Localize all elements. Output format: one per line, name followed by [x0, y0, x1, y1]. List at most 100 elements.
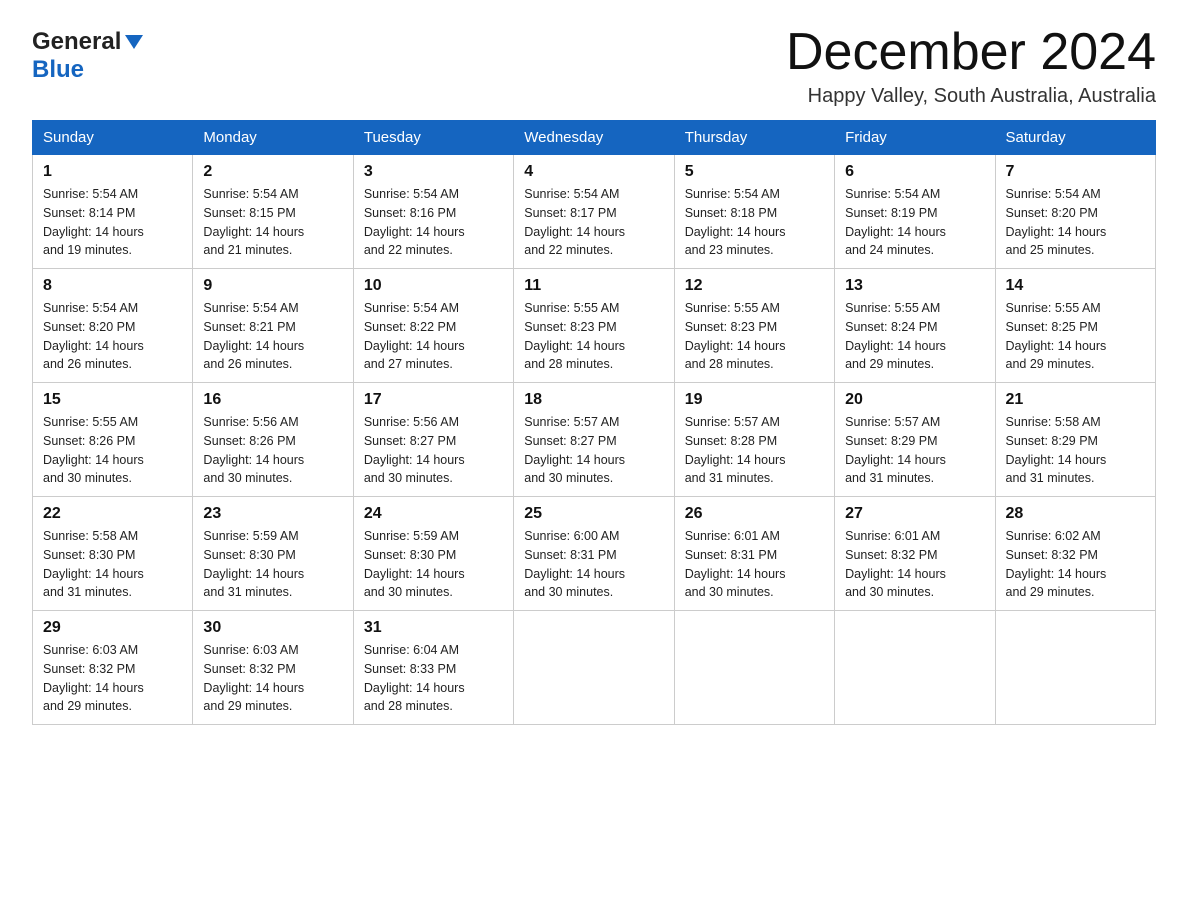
day-number: 16 — [203, 391, 342, 409]
table-row: 15 Sunrise: 5:55 AM Sunset: 8:26 PM Dayl… — [33, 383, 193, 497]
table-row: 18 Sunrise: 5:57 AM Sunset: 8:27 PM Dayl… — [514, 383, 674, 497]
table-row: 11 Sunrise: 5:55 AM Sunset: 8:23 PM Dayl… — [514, 269, 674, 383]
header-saturday: Saturday — [995, 121, 1155, 155]
day-info: Sunrise: 6:03 AM Sunset: 8:32 PM Dayligh… — [203, 641, 342, 716]
day-info: Sunrise: 5:54 AM Sunset: 8:22 PM Dayligh… — [364, 299, 503, 374]
table-row: 8 Sunrise: 5:54 AM Sunset: 8:20 PM Dayli… — [33, 269, 193, 383]
day-info: Sunrise: 6:04 AM Sunset: 8:33 PM Dayligh… — [364, 641, 503, 716]
logo-general-text: General — [32, 28, 121, 56]
table-row: 1 Sunrise: 5:54 AM Sunset: 8:14 PM Dayli… — [33, 155, 193, 269]
table-row: 31 Sunrise: 6:04 AM Sunset: 8:33 PM Dayl… — [353, 611, 513, 725]
table-row: 26 Sunrise: 6:01 AM Sunset: 8:31 PM Dayl… — [674, 497, 834, 611]
day-number: 29 — [43, 619, 182, 637]
logo-blue-text: Blue — [32, 56, 84, 83]
table-row: 21 Sunrise: 5:58 AM Sunset: 8:29 PM Dayl… — [995, 383, 1155, 497]
day-info: Sunrise: 6:03 AM Sunset: 8:32 PM Dayligh… — [43, 641, 182, 716]
day-number: 4 — [524, 163, 663, 181]
day-number: 31 — [364, 619, 503, 637]
table-row: 30 Sunrise: 6:03 AM Sunset: 8:32 PM Dayl… — [193, 611, 353, 725]
day-number: 23 — [203, 505, 342, 523]
table-row: 6 Sunrise: 5:54 AM Sunset: 8:19 PM Dayli… — [835, 155, 995, 269]
day-info: Sunrise: 5:55 AM Sunset: 8:26 PM Dayligh… — [43, 413, 182, 488]
header-sunday: Sunday — [33, 121, 193, 155]
day-number: 14 — [1006, 277, 1145, 295]
day-number: 13 — [845, 277, 984, 295]
table-row: 10 Sunrise: 5:54 AM Sunset: 8:22 PM Dayl… — [353, 269, 513, 383]
day-number: 27 — [845, 505, 984, 523]
table-row: 13 Sunrise: 5:55 AM Sunset: 8:24 PM Dayl… — [835, 269, 995, 383]
day-number: 12 — [685, 277, 824, 295]
day-number: 3 — [364, 163, 503, 181]
day-info: Sunrise: 5:57 AM Sunset: 8:29 PM Dayligh… — [845, 413, 984, 488]
day-number: 9 — [203, 277, 342, 295]
title-section: December 2024 Happy Valley, South Austra… — [786, 24, 1156, 108]
table-row — [835, 611, 995, 725]
day-number: 21 — [1006, 391, 1145, 409]
day-info: Sunrise: 5:55 AM Sunset: 8:24 PM Dayligh… — [845, 299, 984, 374]
logo: General Blue — [32, 24, 145, 84]
calendar-week-row: 8 Sunrise: 5:54 AM Sunset: 8:20 PM Dayli… — [33, 269, 1156, 383]
day-info: Sunrise: 5:56 AM Sunset: 8:27 PM Dayligh… — [364, 413, 503, 488]
table-row: 7 Sunrise: 5:54 AM Sunset: 8:20 PM Dayli… — [995, 155, 1155, 269]
day-number: 15 — [43, 391, 182, 409]
location-title: Happy Valley, South Australia, Australia — [786, 85, 1156, 108]
day-info: Sunrise: 5:55 AM Sunset: 8:25 PM Dayligh… — [1006, 299, 1145, 374]
day-info: Sunrise: 5:54 AM Sunset: 8:15 PM Dayligh… — [203, 185, 342, 260]
day-number: 25 — [524, 505, 663, 523]
calendar-week-row: 22 Sunrise: 5:58 AM Sunset: 8:30 PM Dayl… — [33, 497, 1156, 611]
day-number: 24 — [364, 505, 503, 523]
calendar-table: Sunday Monday Tuesday Wednesday Thursday… — [32, 120, 1156, 725]
day-info: Sunrise: 5:54 AM Sunset: 8:20 PM Dayligh… — [1006, 185, 1145, 260]
table-row: 4 Sunrise: 5:54 AM Sunset: 8:17 PM Dayli… — [514, 155, 674, 269]
day-info: Sunrise: 5:55 AM Sunset: 8:23 PM Dayligh… — [524, 299, 663, 374]
table-row: 17 Sunrise: 5:56 AM Sunset: 8:27 PM Dayl… — [353, 383, 513, 497]
table-row: 24 Sunrise: 5:59 AM Sunset: 8:30 PM Dayl… — [353, 497, 513, 611]
day-number: 5 — [685, 163, 824, 181]
table-row: 23 Sunrise: 5:59 AM Sunset: 8:30 PM Dayl… — [193, 497, 353, 611]
day-info: Sunrise: 5:59 AM Sunset: 8:30 PM Dayligh… — [203, 527, 342, 602]
header-friday: Friday — [835, 121, 995, 155]
header: General Blue December 2024 Happy Valley,… — [32, 24, 1156, 108]
table-row: 27 Sunrise: 6:01 AM Sunset: 8:32 PM Dayl… — [835, 497, 995, 611]
month-title: December 2024 — [786, 24, 1156, 81]
day-number: 2 — [203, 163, 342, 181]
day-info: Sunrise: 5:54 AM Sunset: 8:19 PM Dayligh… — [845, 185, 984, 260]
table-row: 29 Sunrise: 6:03 AM Sunset: 8:32 PM Dayl… — [33, 611, 193, 725]
header-monday: Monday — [193, 121, 353, 155]
day-info: Sunrise: 5:54 AM Sunset: 8:18 PM Dayligh… — [685, 185, 824, 260]
day-info: Sunrise: 6:00 AM Sunset: 8:31 PM Dayligh… — [524, 527, 663, 602]
table-row: 22 Sunrise: 5:58 AM Sunset: 8:30 PM Dayl… — [33, 497, 193, 611]
day-info: Sunrise: 6:01 AM Sunset: 8:32 PM Dayligh… — [845, 527, 984, 602]
header-thursday: Thursday — [674, 121, 834, 155]
day-info: Sunrise: 5:56 AM Sunset: 8:26 PM Dayligh… — [203, 413, 342, 488]
day-info: Sunrise: 5:54 AM Sunset: 8:17 PM Dayligh… — [524, 185, 663, 260]
day-number: 8 — [43, 277, 182, 295]
calendar-week-row: 1 Sunrise: 5:54 AM Sunset: 8:14 PM Dayli… — [33, 155, 1156, 269]
calendar-week-row: 29 Sunrise: 6:03 AM Sunset: 8:32 PM Dayl… — [33, 611, 1156, 725]
table-row: 28 Sunrise: 6:02 AM Sunset: 8:32 PM Dayl… — [995, 497, 1155, 611]
day-info: Sunrise: 6:01 AM Sunset: 8:31 PM Dayligh… — [685, 527, 824, 602]
table-row: 16 Sunrise: 5:56 AM Sunset: 8:26 PM Dayl… — [193, 383, 353, 497]
day-number: 17 — [364, 391, 503, 409]
day-number: 19 — [685, 391, 824, 409]
day-number: 30 — [203, 619, 342, 637]
table-row: 2 Sunrise: 5:54 AM Sunset: 8:15 PM Dayli… — [193, 155, 353, 269]
header-wednesday: Wednesday — [514, 121, 674, 155]
table-row: 20 Sunrise: 5:57 AM Sunset: 8:29 PM Dayl… — [835, 383, 995, 497]
table-row: 14 Sunrise: 5:55 AM Sunset: 8:25 PM Dayl… — [995, 269, 1155, 383]
day-info: Sunrise: 5:54 AM Sunset: 8:16 PM Dayligh… — [364, 185, 503, 260]
day-info: Sunrise: 5:57 AM Sunset: 8:27 PM Dayligh… — [524, 413, 663, 488]
day-number: 28 — [1006, 505, 1145, 523]
day-info: Sunrise: 5:58 AM Sunset: 8:30 PM Dayligh… — [43, 527, 182, 602]
day-number: 22 — [43, 505, 182, 523]
day-number: 6 — [845, 163, 984, 181]
table-row — [995, 611, 1155, 725]
day-info: Sunrise: 5:54 AM Sunset: 8:14 PM Dayligh… — [43, 185, 182, 260]
table-row — [514, 611, 674, 725]
day-info: Sunrise: 5:57 AM Sunset: 8:28 PM Dayligh… — [685, 413, 824, 488]
table-row: 3 Sunrise: 5:54 AM Sunset: 8:16 PM Dayli… — [353, 155, 513, 269]
day-number: 10 — [364, 277, 503, 295]
table-row: 9 Sunrise: 5:54 AM Sunset: 8:21 PM Dayli… — [193, 269, 353, 383]
day-number: 26 — [685, 505, 824, 523]
header-tuesday: Tuesday — [353, 121, 513, 155]
